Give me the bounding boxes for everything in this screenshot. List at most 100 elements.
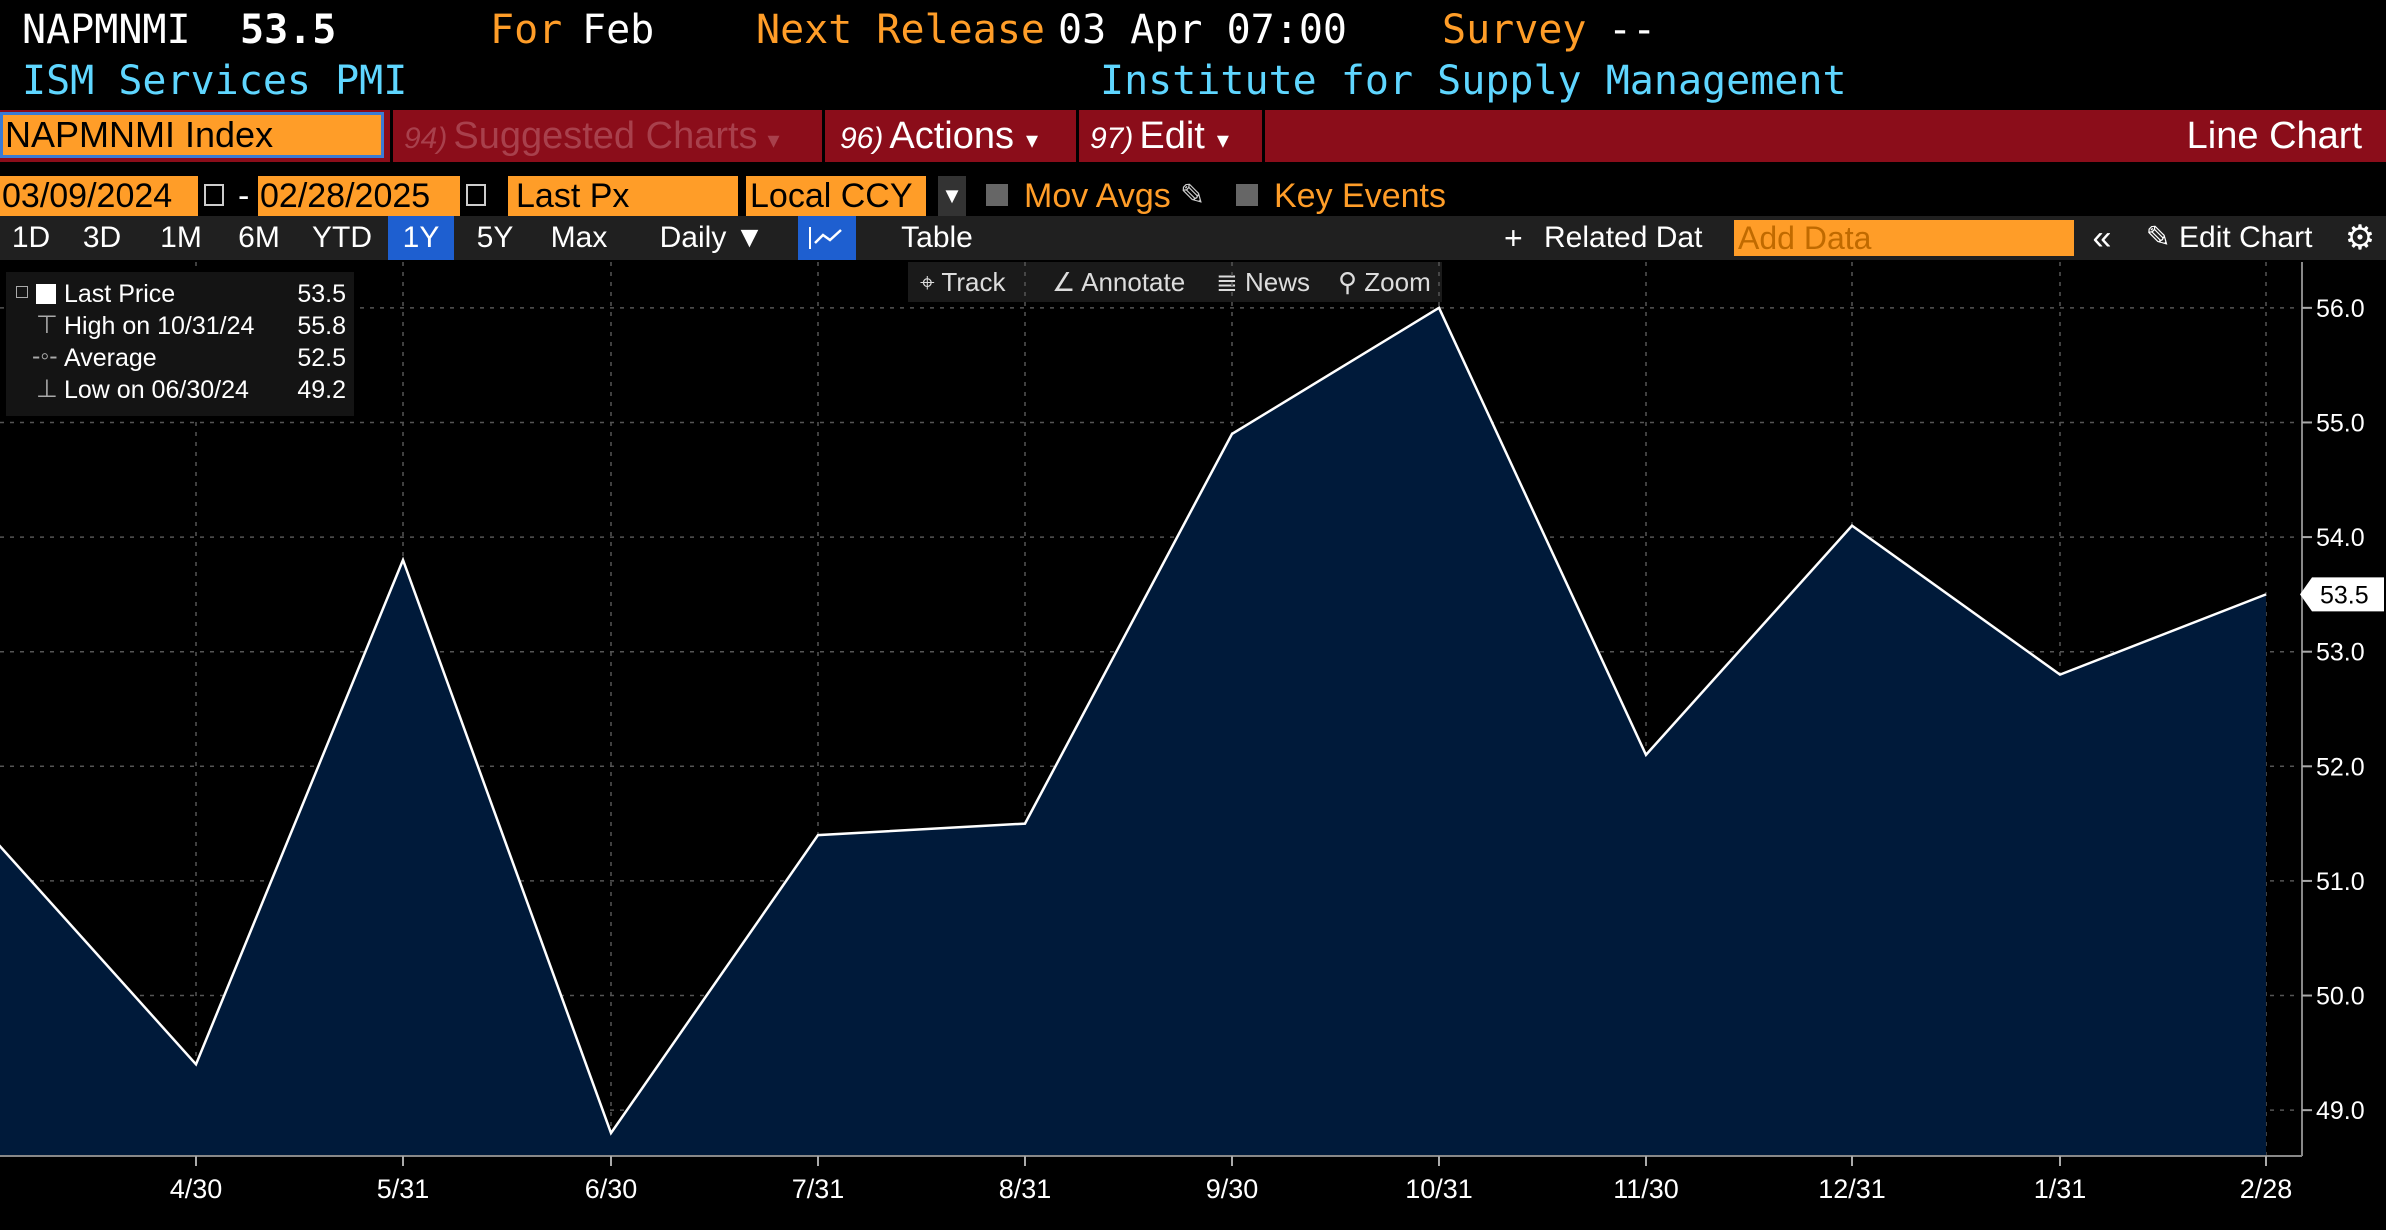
suggested-charts-label: Suggested Charts	[453, 115, 758, 157]
actions-number: 96)	[840, 122, 884, 155]
suggested-charts-button[interactable]: 94) Suggested Charts ▾	[404, 110, 780, 162]
line-chart-glyph	[809, 227, 842, 249]
toolbar-divider	[822, 110, 825, 162]
calendar-icon[interactable]	[204, 184, 224, 206]
start-date-field[interactable]: 03/09/2024	[0, 176, 198, 216]
actions-label: Actions	[889, 115, 1014, 157]
x-tick-label: 4/30	[170, 1174, 223, 1204]
edit-chart-button[interactable]: ✎ Edit Chart	[2134, 216, 2324, 260]
pencil-icon: ✎	[2145, 221, 2171, 254]
next-release-value: 03 Apr 07:00	[1058, 7, 1347, 53]
legend-average-label: Average	[64, 344, 157, 372]
security-source: Institute for Supply Management	[1100, 58, 1847, 104]
line-chart-icon[interactable]	[798, 216, 856, 260]
x-tick-label: 12/31	[1818, 1174, 1886, 1204]
toolbar-divider	[390, 110, 393, 162]
legend-last-label: Last Price	[64, 280, 176, 308]
for-label: For	[490, 7, 563, 53]
price-area-fill	[0, 307, 2266, 1156]
tab-range-max[interactable]: Max	[536, 216, 622, 260]
mov-avgs-label[interactable]: Mov Avgs	[1024, 176, 1171, 216]
suggested-charts-number: 94)	[404, 122, 448, 155]
toolbar-divider	[1076, 110, 1079, 162]
related-data-button[interactable]: Related Dat	[1544, 216, 1714, 260]
legend-low-value: 49.2	[297, 376, 346, 404]
y-tick-label: 52.0	[2316, 753, 2365, 781]
mov-avgs-checkbox[interactable]	[986, 184, 1008, 206]
chevron-down-icon: ▾	[1025, 127, 1039, 154]
last-value-marker: 53.5	[2300, 577, 2384, 612]
price-chart[interactable]: 49.0 50.0 51.0 52.0 53.0 54.0 55.0 56.0 4/30 5/3…	[0, 262, 2386, 1230]
x-tick-label: 8/31	[999, 1174, 1052, 1204]
tab-range-5y[interactable]: 5Y	[458, 216, 532, 260]
last-price-swatch	[36, 284, 56, 304]
y-tick-label: 51.0	[2316, 868, 2365, 896]
edit-label: Edit	[1139, 115, 1205, 157]
x-tick-label: 11/30	[1613, 1174, 1679, 1204]
tab-range-ytd[interactable]: YTD	[300, 216, 384, 260]
legend-average-value: 52.5	[297, 344, 346, 372]
frequency-select[interactable]: Daily ▼	[652, 216, 772, 260]
edit-number: 97)	[1090, 122, 1134, 155]
currency-select[interactable]: Local CCY	[746, 176, 926, 216]
x-tick-label: 6/30	[585, 1174, 638, 1204]
add-data-input[interactable]: Add Data	[1734, 220, 2074, 256]
last-price-value: 53.5	[240, 7, 337, 53]
edit-button[interactable]: 97) Edit ▾	[1090, 110, 1229, 162]
tab-range-6m[interactable]: 6M	[222, 216, 296, 260]
security-input[interactable]: NAPMNMI Index	[0, 112, 384, 158]
tab-range-1d[interactable]: 1D	[2, 216, 60, 260]
y-tick-label: 49.0	[2316, 1097, 2365, 1125]
x-tick-label: 9/30	[1206, 1174, 1259, 1204]
survey-label: Survey	[1442, 7, 1587, 53]
x-tick-label: 10/31	[1405, 1174, 1473, 1204]
plus-icon[interactable]: +	[1504, 216, 1523, 260]
end-date-field[interactable]: 02/28/2025	[258, 176, 460, 216]
legend-low: Low on 06/30/24 49.2	[64, 374, 346, 406]
y-tick-label: 50.0	[2316, 983, 2365, 1011]
next-release-label: Next Release	[756, 7, 1045, 53]
field-select[interactable]: Last Px	[508, 176, 738, 216]
chart-type-label[interactable]: Line Chart	[2187, 110, 2362, 162]
y-tick-label: 56.0	[2316, 295, 2365, 323]
y-tick-label: 53.0	[2316, 639, 2365, 667]
currency-dropdown-icon[interactable]: ▼	[938, 176, 966, 216]
calendar-icon[interactable]	[466, 184, 486, 206]
tab-range-1m[interactable]: 1M	[144, 216, 218, 260]
average-marker-icon: -◦-	[32, 342, 58, 370]
actions-button[interactable]: 96) Actions ▾	[840, 110, 1038, 162]
edit-chart-label: Edit Chart	[2179, 221, 2313, 254]
toolbar-divider	[1262, 110, 1265, 162]
last-value-label: 53.5	[2320, 581, 2369, 609]
y-tick-label: 55.0	[2316, 409, 2365, 437]
table-button[interactable]: Table	[872, 216, 1002, 260]
legend-low-label: Low on 06/30/24	[64, 376, 249, 404]
legend-last-value: 53.5	[297, 280, 346, 308]
for-period: Feb	[582, 7, 655, 53]
ticker-label: NAPMNMI	[22, 7, 191, 53]
chevron-down-icon: ▾	[767, 127, 780, 154]
tab-range-3d[interactable]: 3D	[64, 216, 140, 260]
legend-high-value: 55.8	[297, 312, 346, 340]
legend-last-price: Last Price 53.5	[64, 278, 346, 310]
tab-range-1y[interactable]: 1Y	[388, 216, 454, 260]
legend-high-label: High on 10/31/24	[64, 312, 255, 340]
chart-legend: Last Price 53.5 ⊤ High on 10/31/24 55.8 …	[6, 272, 354, 416]
x-tick-label: 7/31	[792, 1174, 845, 1204]
legend-average: Average 52.5	[64, 342, 346, 374]
collapse-legend-icon[interactable]	[16, 286, 28, 298]
x-tick-label: 1/31	[2034, 1174, 2087, 1204]
gear-icon[interactable]: ⚙	[2340, 216, 2380, 260]
chevron-down-icon: ▾	[1216, 127, 1229, 154]
pencil-icon[interactable]: ✎	[1180, 176, 1205, 216]
key-events-checkbox[interactable]	[1236, 184, 1258, 206]
x-tick-label: 5/31	[377, 1174, 430, 1204]
high-marker-icon: ⊤	[36, 311, 58, 339]
y-axis: 49.0 50.0 51.0 52.0 53.0 54.0 55.0 56.0	[2301, 262, 2365, 1156]
legend-high: High on 10/31/24 55.8	[64, 310, 346, 342]
low-marker-icon: ⊥	[36, 375, 58, 403]
key-events-label[interactable]: Key Events	[1274, 176, 1446, 216]
x-axis: 4/30 5/31 6/30 7/31 8/31 9/30 10/31 11/30 12/31 1…	[0, 1155, 2302, 1204]
y-tick-label: 54.0	[2316, 524, 2365, 552]
collapse-icon[interactable]: «	[2084, 216, 2120, 260]
